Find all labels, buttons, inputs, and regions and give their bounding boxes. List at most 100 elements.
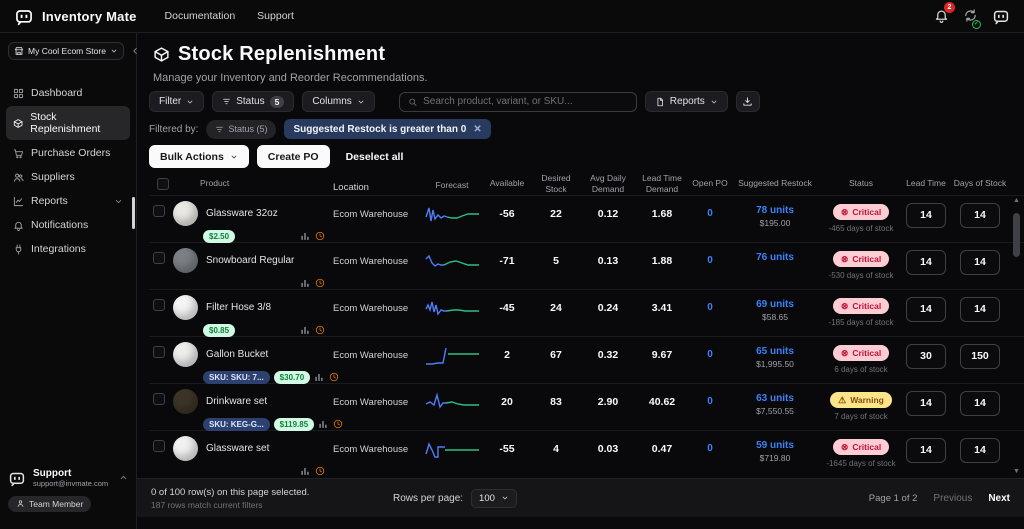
table-scrollbar[interactable]: ▲ ▼ (1011, 197, 1022, 476)
suggested-restock-link[interactable]: 59 units (731, 436, 819, 451)
days-of-stock-input[interactable]: 14 (960, 438, 1000, 463)
clock-icon[interactable] (315, 231, 325, 241)
column-header-suggested-restock[interactable]: Suggested Restock (731, 178, 819, 189)
remove-filter-icon[interactable]: ✕ (473, 124, 481, 135)
clock-icon[interactable] (315, 325, 325, 335)
support-account[interactable]: Support support@invmate.com (8, 468, 128, 488)
sidebar-item-purchase-orders[interactable]: Purchase Orders (6, 142, 130, 164)
row-checkbox[interactable] (153, 440, 165, 452)
rows-per-page-select[interactable]: 100 (471, 489, 517, 508)
sidebar-item-stock-replenishment[interactable]: Stock Replenishment (6, 106, 130, 140)
clock-icon[interactable] (315, 278, 325, 288)
lead-time-input[interactable]: 14 (906, 297, 946, 322)
column-header-available[interactable]: Available (483, 178, 531, 189)
export-button[interactable] (736, 91, 760, 112)
suggested-restock-link[interactable]: 63 units (731, 389, 819, 404)
open-po-link[interactable]: 0 (707, 295, 713, 313)
table-row[interactable]: Filter Hose 3/8 $0.85 Ecom Warehouse -45 (149, 289, 1024, 336)
suggested-restock-link[interactable]: 78 units (731, 201, 819, 216)
sidebar-item-integrations[interactable]: Integrations (6, 238, 130, 260)
product-name[interactable]: Drinkware set (206, 396, 267, 407)
reports-button[interactable]: Reports (645, 91, 728, 112)
bar-chart-icon[interactable] (300, 325, 310, 335)
bar-chart-icon[interactable] (300, 278, 310, 288)
table-row[interactable]: Glassware 32oz $2.50 Ecom Warehouse -56 (149, 195, 1024, 242)
sidebar-item-dashboard[interactable]: Dashboard (6, 82, 130, 104)
days-of-stock-input[interactable]: 14 (960, 203, 1000, 228)
lead-time-input[interactable]: 14 (906, 250, 946, 275)
product-name[interactable]: Glassware 32oz (206, 208, 278, 219)
column-header-open-po[interactable]: Open PO (689, 178, 731, 189)
column-header-location[interactable]: Location (333, 174, 421, 194)
account-avatar[interactable] (992, 7, 1010, 25)
filter-button[interactable]: Filter (149, 91, 204, 112)
bulk-actions-button[interactable]: Bulk Actions (149, 145, 249, 168)
bar-chart-icon[interactable] (314, 372, 324, 382)
scroll-up-icon[interactable]: ▲ (1013, 197, 1020, 205)
column-header-forecast[interactable]: Forecast (421, 177, 483, 191)
deselect-all-button[interactable]: Deselect all (346, 151, 404, 163)
days-of-stock-note: -185 days of stock (819, 318, 903, 327)
table-row[interactable]: Gallon Bucket SKU: SKU: 7... $30.70 Ecom… (149, 336, 1024, 383)
restock-filter-chip[interactable]: Suggested Restock is greater than 0 ✕ (284, 119, 490, 139)
lead-time-input[interactable]: 14 (906, 438, 946, 463)
row-checkbox[interactable] (153, 299, 165, 311)
column-header-avg-daily-demand[interactable]: Avg Daily Demand (581, 173, 635, 194)
bar-chart-icon[interactable] (300, 466, 310, 476)
table-row[interactable]: Snowboard Regular Ecom Warehouse -71 5 0… (149, 242, 1024, 289)
column-header-lead-time[interactable]: Lead Time (903, 178, 949, 189)
search-input[interactable] (423, 96, 628, 107)
suggested-restock-link[interactable]: 76 units (731, 248, 819, 263)
create-po-button[interactable]: Create PO (257, 145, 330, 168)
product-name[interactable]: Glassware set (206, 443, 269, 454)
sidebar-item-notifications[interactable]: Notifications (6, 214, 130, 236)
days-of-stock-input[interactable]: 14 (960, 391, 1000, 416)
lead-time-input[interactable]: 14 (906, 203, 946, 228)
open-po-link[interactable]: 0 (707, 248, 713, 266)
select-all-checkbox[interactable] (157, 178, 169, 190)
open-po-link[interactable]: 0 (707, 201, 713, 219)
sidebar-item-reports[interactable]: Reports (6, 190, 130, 212)
open-po-link[interactable]: 0 (707, 436, 713, 454)
scrollbar-thumb[interactable] (1013, 213, 1020, 257)
product-name[interactable]: Snowboard Regular (206, 255, 294, 266)
previous-page-button[interactable]: Previous (933, 493, 972, 504)
column-header-product[interactable]: Product (173, 178, 333, 189)
scroll-down-icon[interactable]: ▼ (1013, 468, 1020, 476)
sync-status-button[interactable]: ✓ (963, 7, 978, 25)
lead-time-input[interactable]: 14 (906, 391, 946, 416)
row-checkbox[interactable] (153, 393, 165, 405)
product-name[interactable]: Filter Hose 3/8 (206, 302, 271, 313)
open-po-link[interactable]: 0 (707, 342, 713, 360)
column-header-desired-stock[interactable]: Desired Stock (531, 173, 581, 194)
clock-icon[interactable] (315, 466, 325, 476)
next-page-button[interactable]: Next (988, 493, 1010, 504)
suggested-restock-link[interactable]: 65 units (731, 342, 819, 357)
suggested-restock-link[interactable]: 69 units (731, 295, 819, 310)
days-of-stock-input[interactable]: 14 (960, 297, 1000, 322)
days-of-stock-input[interactable]: 150 (960, 344, 1000, 369)
bar-chart-icon[interactable] (318, 419, 328, 429)
columns-button[interactable]: Columns (302, 91, 374, 112)
status-filter-button[interactable]: Status 5 (212, 91, 294, 112)
bar-chart-icon[interactable] (300, 231, 310, 241)
row-checkbox[interactable] (153, 205, 165, 217)
lead-time-input[interactable]: 30 (906, 344, 946, 369)
days-of-stock-input[interactable]: 14 (960, 250, 1000, 275)
open-po-link[interactable]: 0 (707, 389, 713, 407)
product-name[interactable]: Gallon Bucket (206, 349, 268, 360)
table-row[interactable]: Glassware set Ecom Warehouse -55 4 0.03 (149, 430, 1024, 477)
sidebar-scrollbar-thumb[interactable] (132, 197, 135, 229)
column-header-days-of-stock[interactable]: Days of Stock (949, 178, 1011, 189)
column-header-lead-time-demand[interactable]: Lead Time Demand (635, 173, 689, 194)
store-selector[interactable]: My Cool Ecom Store (8, 42, 124, 60)
notifications-button[interactable]: 2 (934, 7, 949, 25)
nav-support[interactable]: Support (257, 10, 294, 22)
row-checkbox[interactable] (153, 346, 165, 358)
row-checkbox[interactable] (153, 252, 165, 264)
column-header-status[interactable]: Status (819, 178, 903, 189)
table-row[interactable]: Drinkware set SKU: KEG-G... $119.85 Ecom… (149, 383, 1024, 430)
nav-documentation[interactable]: Documentation (165, 10, 236, 22)
sidebar-item-suppliers[interactable]: Suppliers (6, 166, 130, 188)
status-filter-chip[interactable]: Status (5) (206, 120, 276, 139)
